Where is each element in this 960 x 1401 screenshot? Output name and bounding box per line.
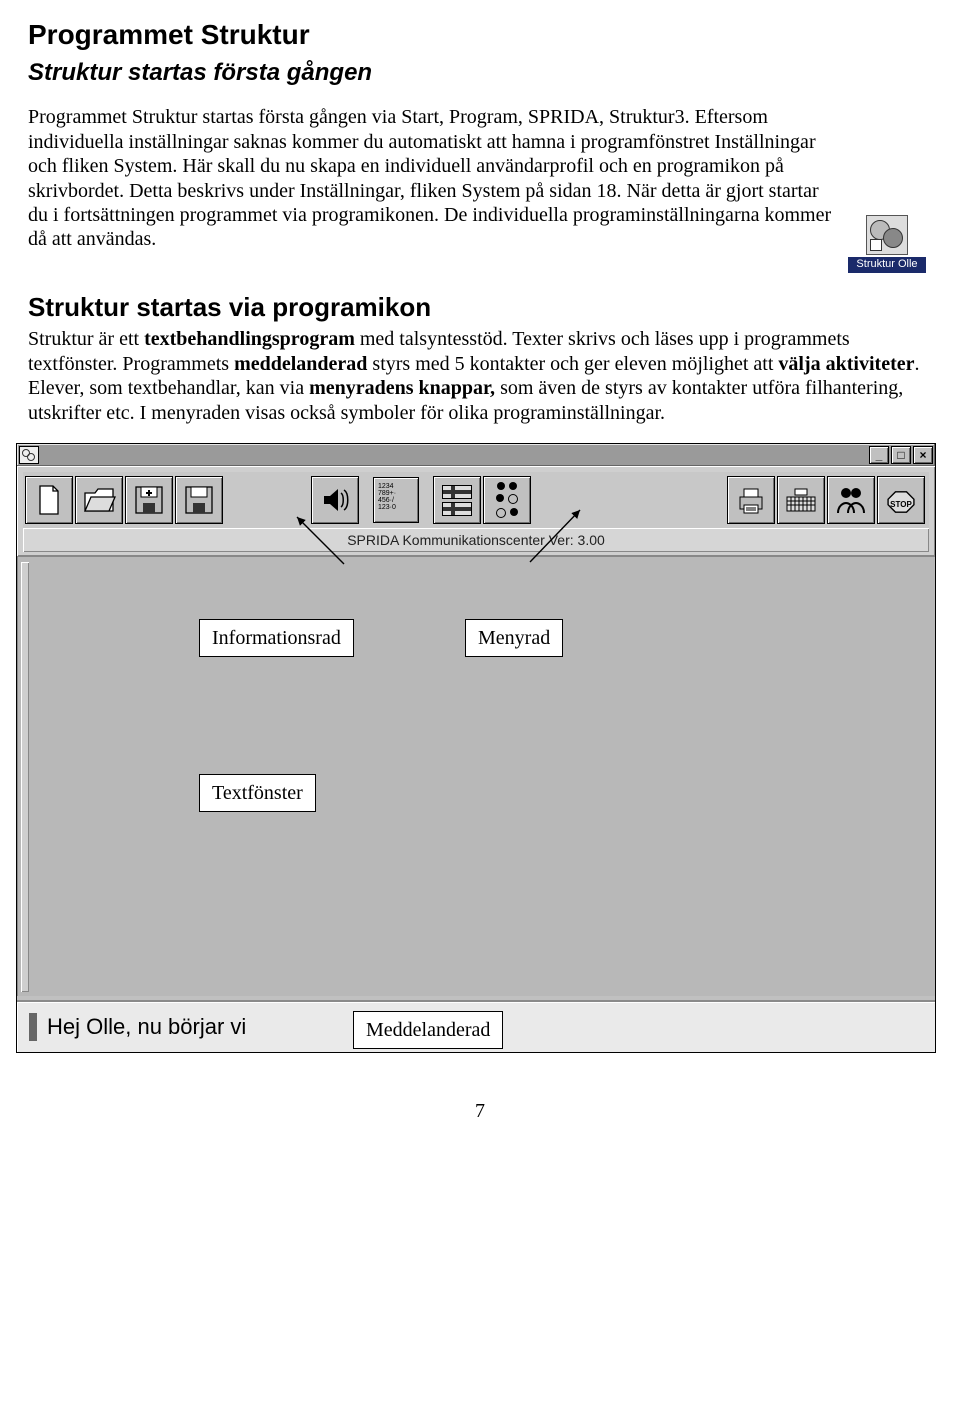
callout-menyrad: Menyrad (465, 619, 563, 657)
intro-paragraph: Programmet Struktur startas första gånge… (28, 105, 932, 251)
maximize-button[interactable]: □ (891, 446, 911, 464)
stop-button[interactable]: STOP (877, 476, 925, 524)
desktop-shortcut-struktur-olle: Struktur Olle (848, 215, 926, 272)
shortcut-label: Struktur Olle (848, 257, 926, 272)
users-button[interactable] (827, 476, 875, 524)
new-file-button[interactable] (25, 476, 73, 524)
braille-button[interactable] (483, 476, 531, 524)
flag-se-button[interactable] (433, 476, 481, 524)
close-button[interactable]: × (913, 446, 933, 464)
section-subtitle-1: Struktur startas första gången (28, 58, 932, 87)
message-text: Hej Olle, nu börjar vi (47, 1014, 246, 1041)
open-file-button[interactable] (75, 476, 123, 524)
info-bar: SPRIDA Kommunikationscenter Ver: 3.00 (23, 528, 929, 552)
section-subtitle-2: Struktur startas via programikon (28, 292, 932, 324)
message-bar-handle[interactable] (29, 1013, 37, 1041)
minimize-button[interactable]: _ (869, 446, 889, 464)
section-paragraph-2: Struktur är ett textbehandlingsprogram m… (28, 327, 932, 425)
app-window: _ □ × (16, 443, 936, 1053)
keyboard-button[interactable] (777, 476, 825, 524)
callout-textfonster: Textfönster (199, 774, 316, 812)
page-number: 7 (28, 1099, 932, 1123)
titlebar: _ □ × (17, 444, 935, 466)
toolbar: 1234 789+· 456·/ 123·0 (23, 472, 929, 528)
speaker-button[interactable] (311, 476, 359, 524)
callout-meddelanderad: Meddelanderad (353, 1011, 503, 1049)
page-title: Programmet Struktur (28, 18, 932, 52)
numbers-button[interactable]: 1234 789+· 456·/ 123·0 (373, 477, 419, 523)
callout-informationsrad: Informationsrad (199, 619, 354, 657)
system-menu-icon[interactable] (19, 446, 39, 464)
shortcut-icon (866, 215, 908, 255)
save-plus-button[interactable] (125, 476, 173, 524)
print-button[interactable] (727, 476, 775, 524)
save-button[interactable] (175, 476, 223, 524)
